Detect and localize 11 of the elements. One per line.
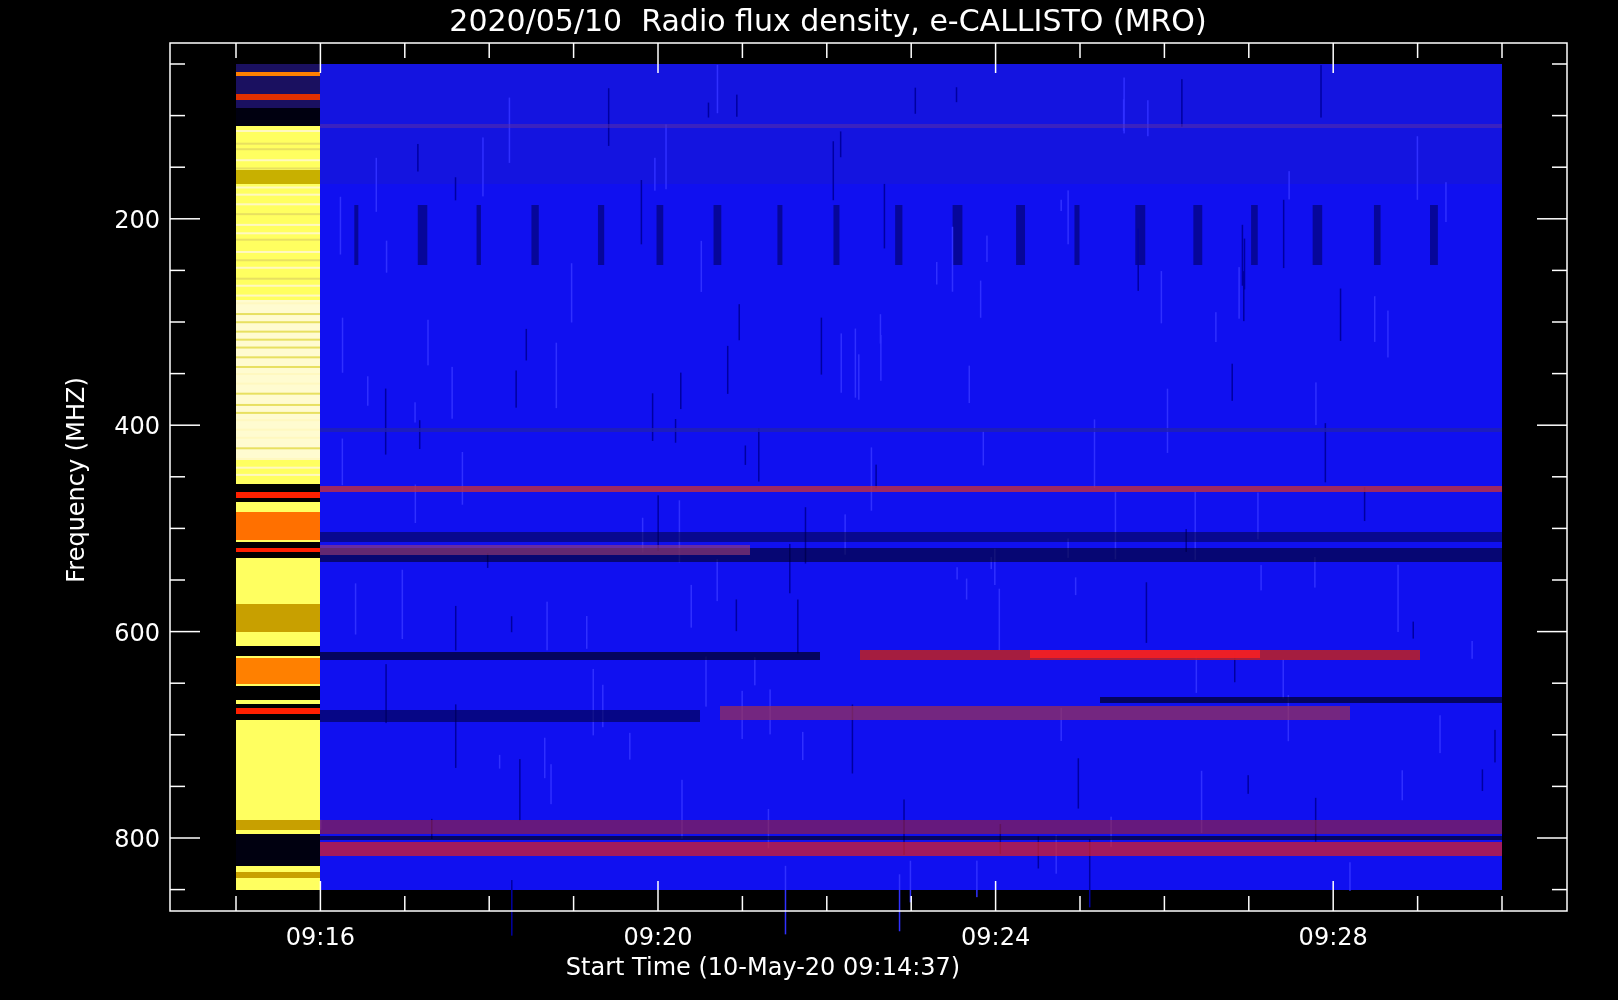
x-tick-label: 09:28 (1298, 923, 1368, 951)
chart-title: 2020/05/10 Radio flux density, e-CALLISTO (MRO) (449, 3, 1207, 38)
y-axis-label: Frequency (MHZ) (62, 377, 90, 583)
x-axis-label: Start Time (10-May-20 09:14:37) (565, 953, 961, 981)
x-tick-label: 09:24 (961, 923, 1031, 951)
y-tick-label: 200 (114, 205, 160, 234)
x-tick-label: 09:20 (623, 923, 693, 951)
y-tick-label: 600 (114, 618, 160, 647)
x-tick-label: 09:16 (285, 923, 355, 951)
y-tick-label: 400 (114, 412, 160, 441)
y-tick-label: 800 (114, 825, 160, 853)
